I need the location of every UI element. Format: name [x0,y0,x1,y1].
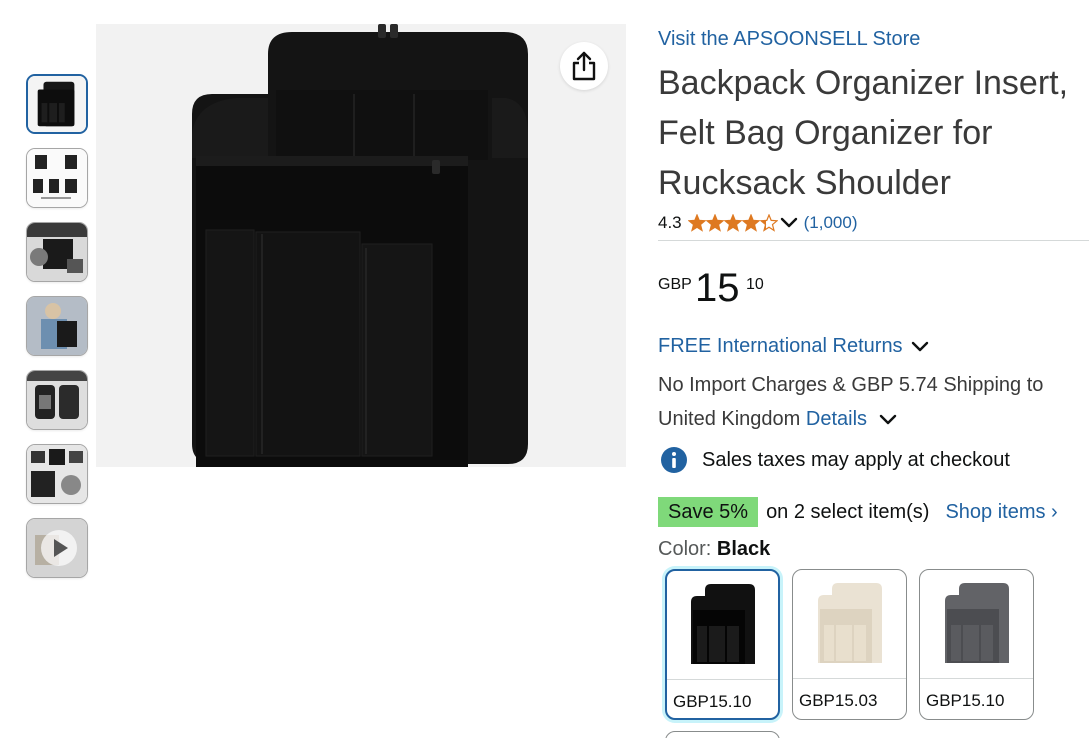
returns-text[interactable]: FREE International Returns [658,335,903,358]
rating-value: 4.3 [658,213,682,232]
swatch-image [793,570,906,678]
star-icon [741,214,760,232]
star-icon [705,214,724,232]
thumbnail-features[interactable] [26,222,88,282]
main-product-image[interactable] [96,24,626,467]
star-icon [687,214,706,232]
thumbnail-main-black[interactable] [26,74,88,134]
details-link[interactable]: Details [806,408,867,430]
promo-text: on 2 select item(s) [766,500,930,523]
share-icon [572,51,596,81]
thumbnail-lifestyle[interactable] [26,296,88,356]
tax-text: Sales taxes may apply at checkout [702,448,1010,471]
price-currency: GBP [658,276,692,293]
thumbnail-image [27,445,87,503]
thumbnail-video[interactable] [26,518,88,578]
swatch-image [667,571,778,679]
chevron-down-icon[interactable] [780,217,798,229]
color-swatch-partial[interactable] [665,731,780,738]
color-swatch-black[interactable]: GBP15.10 [665,569,780,720]
star-rating[interactable] [687,214,778,232]
color-selected-value: Black [716,538,771,560]
swatch-price: GBP15.03 [793,678,906,719]
price-whole: 15 [695,266,740,310]
thumbnail-image [27,223,87,281]
promo-row: Save 5% on 2 select item(s) Shop items › [658,497,1058,527]
shop-items-link[interactable]: Shop items › [945,501,1057,524]
thumbnail-image [27,519,87,577]
store-link[interactable]: Visit the APSOONSELL Store [658,28,920,51]
divider [658,240,1089,241]
color-swatch-beige[interactable]: GBP15.03 [792,569,907,720]
shipping-info: No Import Charges & GBP 5.74 Shipping to… [658,368,1089,437]
color-label: Color: [658,538,712,560]
star-icon [759,214,778,232]
color-selection-label: Color: Black [658,538,770,561]
swatch-image [920,570,1033,678]
thumbnail-dimensions[interactable] [26,148,88,208]
save-badge: Save 5% [658,497,759,527]
swatch-price: GBP15.10 [667,679,778,718]
thumbnail-details[interactable] [26,444,88,504]
rating-count-link[interactable]: (1,000) [804,213,858,233]
chevron-down-icon[interactable] [879,403,897,437]
thumbnail-image [27,371,87,429]
chevron-down-icon[interactable] [911,341,929,353]
thumbnail-image [28,76,86,132]
product-title: Backpack Organizer Insert, Felt Bag Orga… [658,64,1069,202]
thumbnail-image [27,297,87,355]
swatch-price: GBP15.10 [920,678,1033,719]
tax-notice: Sales taxes may apply at checkout [660,446,1010,474]
info-icon [661,447,687,473]
backpack-organizer-image [192,24,528,467]
thumbnail-in-use[interactable] [26,370,88,430]
price-fraction: 10 [746,276,764,293]
rating-row: 4.3 (1,000) [658,211,858,235]
returns-link[interactable]: FREE International Returns [658,335,929,358]
thumbnail-image [27,149,87,207]
star-icon [723,214,742,232]
share-button[interactable] [560,42,608,90]
color-swatch-grey[interactable]: GBP15.10 [919,569,1034,720]
